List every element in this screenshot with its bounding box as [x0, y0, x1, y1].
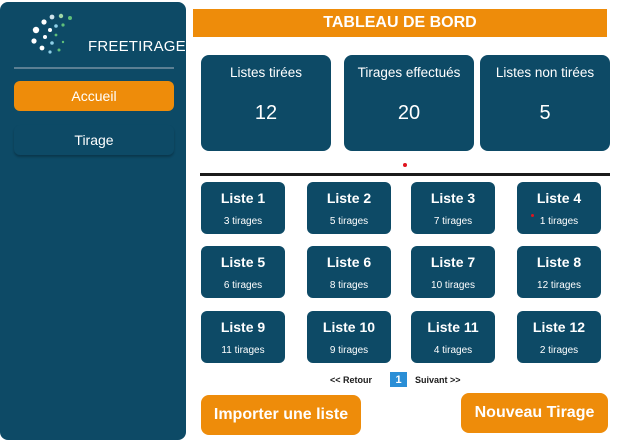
sidebar-item-label: Accueil: [71, 88, 117, 104]
list-card-title: Liste 7: [430, 254, 476, 270]
list-card-title: Liste 4: [536, 190, 582, 206]
list-card-title: Liste 8: [536, 254, 582, 270]
list-card[interactable]: Liste 4 1 tirages: [517, 182, 601, 234]
list-card[interactable]: Liste 2 5 tirages: [307, 182, 391, 234]
logo: FREETIRAGE: [28, 10, 186, 60]
page-title: TABLEAU DE BORD: [193, 9, 607, 37]
stat-card-tirages-effectues: Tirages effectués 20: [344, 55, 474, 151]
stat-value: 20: [397, 102, 421, 124]
list-card-subtitle: 3 tirages: [223, 216, 263, 227]
list-card-title: Liste 2: [326, 190, 372, 206]
import-list-label: Importer une liste: [213, 406, 349, 423]
pagination: << Retour 1 Suivant >>: [330, 372, 480, 388]
list-card-subtitle: 9 tirages: [329, 345, 369, 356]
sidebar: FREETIRAGE Accueil Tirage: [0, 2, 186, 440]
list-card-title: Liste 6: [326, 254, 372, 270]
stat-label: Tirages effectués: [357, 65, 461, 80]
list-card[interactable]: Liste 6 8 tirages: [307, 246, 391, 298]
list-card-title: Liste 3: [430, 190, 476, 206]
list-card-title: Liste 10: [322, 319, 376, 335]
sidebar-divider: [14, 67, 174, 69]
sidebar-item-accueil[interactable]: Accueil: [14, 81, 174, 111]
list-card[interactable]: Liste 9 11 tirages: [201, 311, 285, 363]
list-card-subtitle: 2 tirages: [539, 345, 579, 356]
page-title-text: TABLEAU DE BORD: [323, 14, 477, 31]
list-card-title: Liste 9: [220, 319, 266, 335]
sidebar-item-label: Tirage: [74, 132, 114, 148]
stat-label: Listes non tirées: [495, 65, 595, 80]
new-draw-button[interactable]: Nouveau Tirage: [461, 393, 608, 433]
list-card-subtitle: 8 tirages: [329, 280, 369, 291]
list-card-subtitle: 7 tirages: [433, 216, 473, 227]
sidebar-item-tirage[interactable]: Tirage: [14, 125, 174, 155]
list-card-title: Liste 11: [427, 319, 479, 335]
list-card[interactable]: Liste 1 3 tirages: [201, 182, 285, 234]
pagination-next-link[interactable]: Suivant >>: [415, 375, 461, 385]
list-card-subtitle: 5 tirages: [329, 216, 369, 227]
list-card-title: Liste 5: [220, 254, 266, 270]
stat-card-listes-tirees: Listes tirées 12: [201, 55, 331, 151]
marker-dot: [531, 214, 534, 217]
marker-dot: [403, 163, 407, 167]
list-card-subtitle: 4 tirages: [433, 345, 473, 356]
stat-value: 12: [254, 102, 278, 124]
logo-text: FREETIRAGE: [88, 38, 186, 55]
stat-card-listes-non-tirees: Listes non tirées 5: [480, 55, 610, 151]
list-card-title: Liste 1: [220, 190, 266, 206]
list-card-subtitle: 6 tirages: [223, 280, 263, 291]
list-card-title: Liste 12: [532, 319, 586, 335]
list-card-subtitle: 12 tirages: [537, 280, 581, 291]
list-card[interactable]: Liste 3 7 tirages: [411, 182, 495, 234]
list-card-subtitle: 1 tirages: [539, 216, 579, 227]
list-card[interactable]: Liste 8 12 tirages: [517, 246, 601, 298]
list-card[interactable]: Liste 12 2 tirages: [517, 311, 601, 363]
list-card[interactable]: Liste 10 9 tirages: [307, 311, 391, 363]
logo-dots-icon: [31, 13, 72, 54]
stat-label: Listes tirées: [229, 65, 303, 80]
new-draw-label: Nouveau Tirage: [474, 404, 595, 421]
list-card[interactable]: Liste 5 6 tirages: [201, 246, 285, 298]
list-card[interactable]: Liste 11 4 tirages: [411, 311, 495, 363]
stat-value: 5: [539, 102, 551, 124]
pagination-current-page[interactable]: 1: [390, 372, 407, 387]
list-card-subtitle: 10 tirages: [431, 280, 475, 291]
pagination-prev-link[interactable]: << Retour: [330, 375, 372, 385]
list-card[interactable]: Liste 7 10 tirages: [411, 246, 495, 298]
import-list-button[interactable]: Importer une liste: [201, 395, 361, 435]
list-card-subtitle: 11 tirages: [221, 345, 265, 356]
section-divider: [200, 173, 610, 176]
